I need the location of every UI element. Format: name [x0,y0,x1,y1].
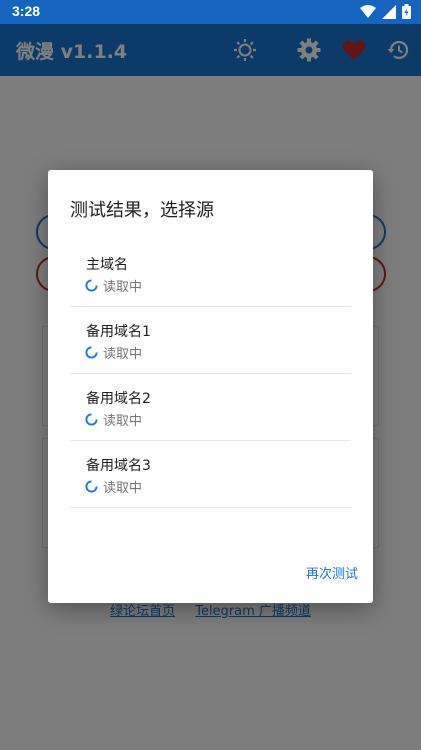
battery-icon [402,4,411,22]
loading-spinner-icon [85,346,98,359]
wifi-icon [360,4,376,22]
source-name: 备用域名2 [86,391,151,407]
dialog-title: 测试结果，选择源 [70,200,214,221]
retest-button[interactable]: 再次测试 [306,563,358,582]
loading-spinner-icon [85,413,98,426]
status-bar: 3:28 [0,0,421,24]
source-name: 备用域名3 [86,458,151,474]
source-status: 读取中 [85,477,142,496]
source-status-text: 读取中 [103,280,143,295]
source-item[interactable]: 主域名 读取中 [70,240,351,307]
source-status: 读取中 [85,343,142,362]
source-status-text: 读取中 [103,347,143,362]
source-item[interactable]: 备用域名2 读取中 [70,374,351,441]
source-name: 主域名 [86,257,128,273]
source-status-text: 读取中 [103,481,143,496]
status-time: 3:28 [12,3,41,19]
loading-spinner-icon [85,480,98,493]
source-test-dialog: 测试结果，选择源 主域名 读取中 备用域名1 读取中 备用域名2 读取中 备用域… [48,170,373,603]
source-status: 读取中 [85,410,142,429]
source-item[interactable]: 备用域名3 读取中 [70,441,351,508]
signal-icon [382,4,396,22]
source-status-text: 读取中 [103,414,143,429]
source-status: 读取中 [85,276,142,295]
loading-spinner-icon [85,279,98,292]
source-item[interactable]: 备用域名1 读取中 [70,307,351,374]
source-name: 备用域名1 [86,324,151,340]
